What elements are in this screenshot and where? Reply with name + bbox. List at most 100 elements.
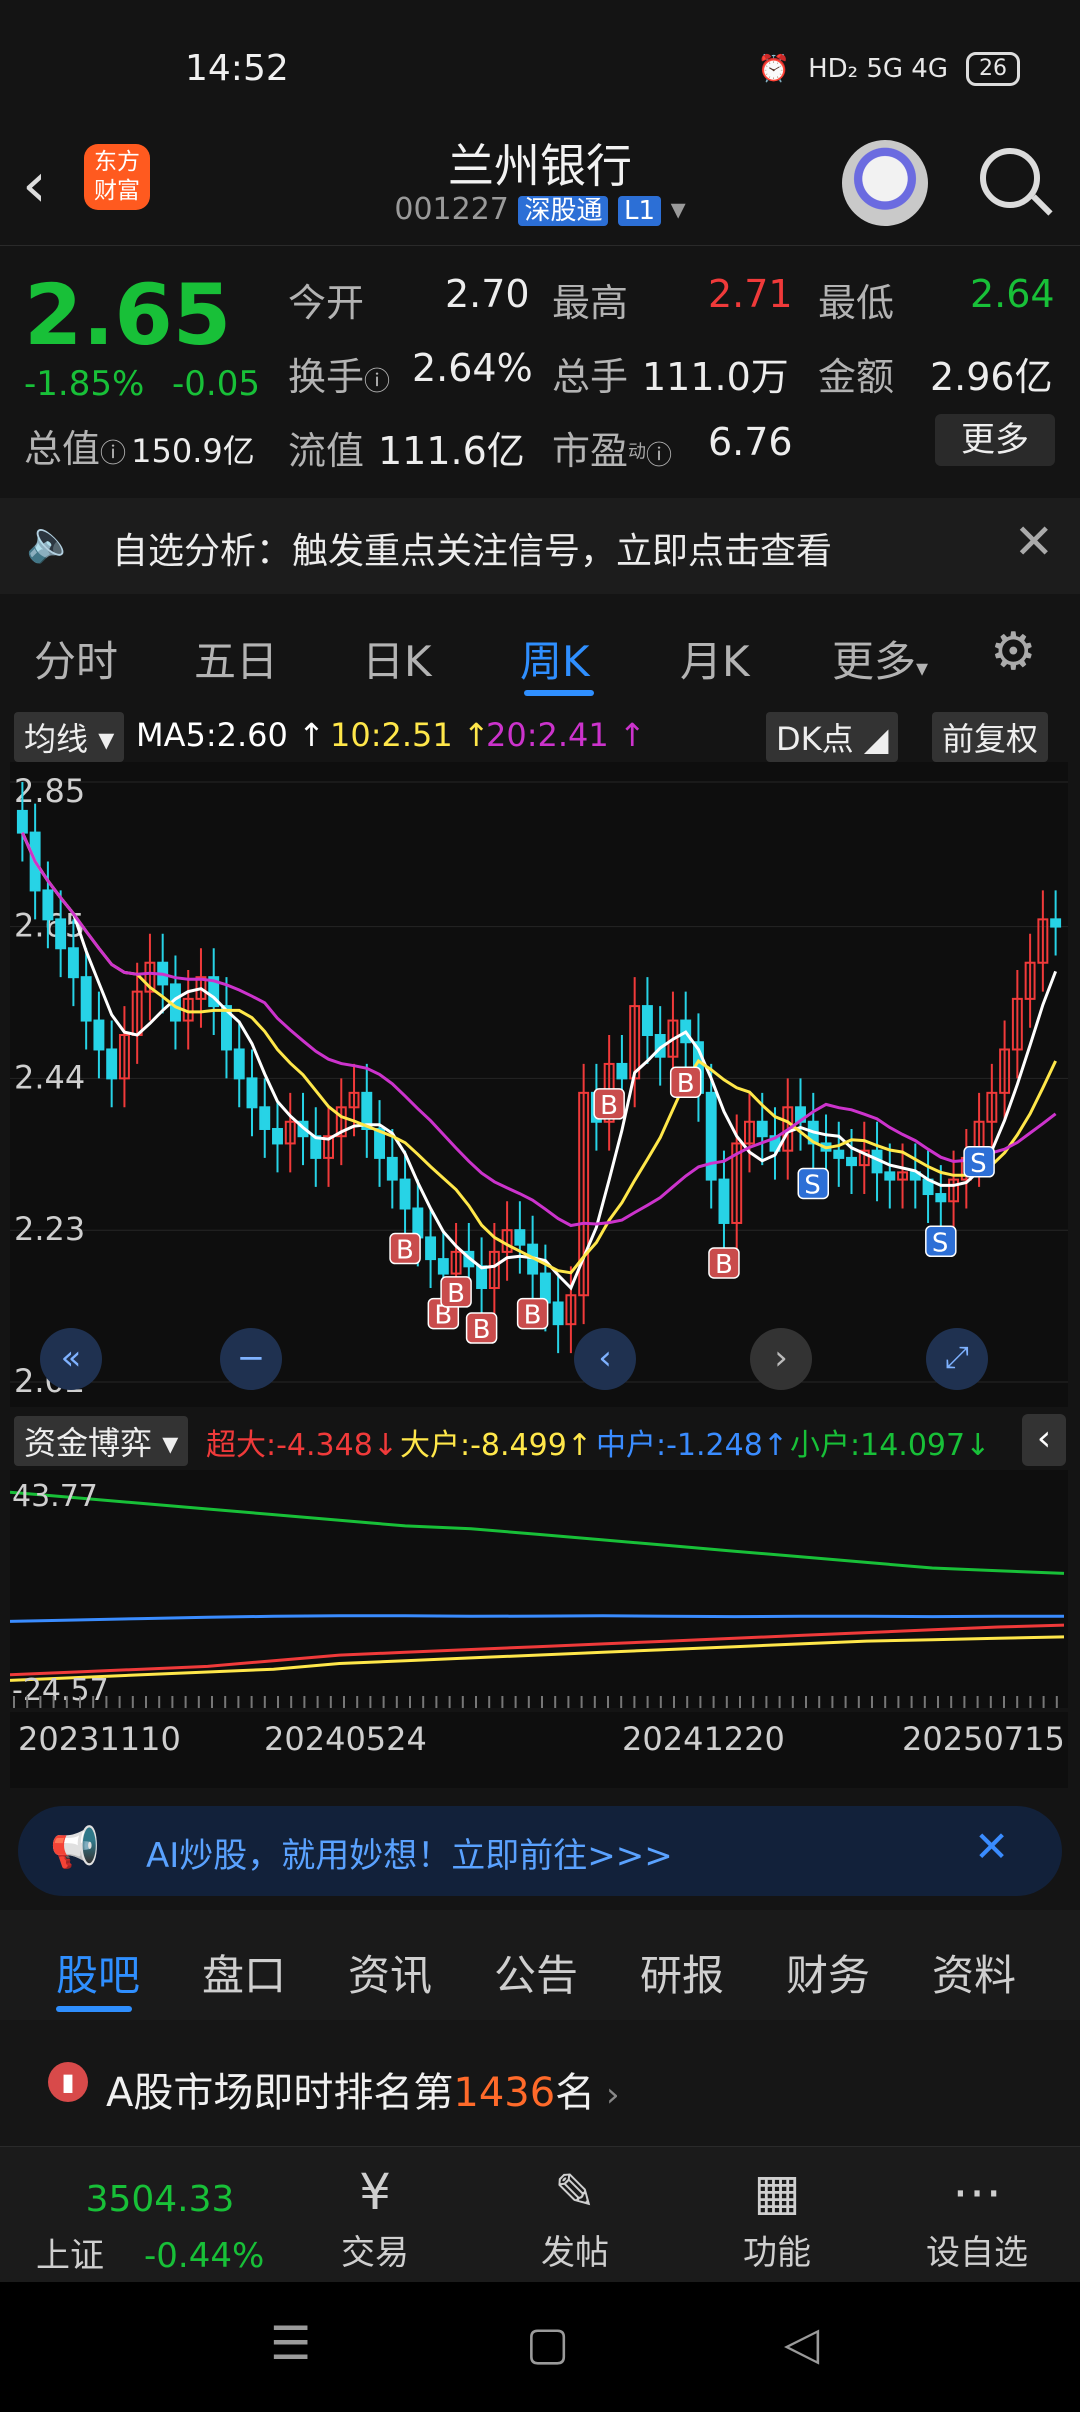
home-icon[interactable]: ▢: [526, 2316, 569, 2370]
candle-body: [1050, 918, 1062, 928]
prev-icon[interactable]: ‹: [574, 1328, 636, 1390]
fund-svg: 43.77-24.57: [9, 1479, 1065, 1708]
zoom-out-icon[interactable]: −: [220, 1328, 282, 1390]
edit-icon: ✎: [554, 2163, 596, 2221]
battery-icon: 26: [966, 52, 1020, 86]
status-time: 14:52: [185, 48, 289, 89]
fund-legend-bar: 资金博弈 ▾ 超大:-4.348↓ 大户:-8.499↑ 中户:-1.248↑ …: [0, 1410, 1080, 1470]
fund-flow-chart[interactable]: 43.77 -24.57: [9, 1470, 1068, 1708]
tab-orderbook[interactable]: 盘口: [202, 1942, 286, 2003]
market-rank-card[interactable]: ▮ A股市场即时排名第1436名 ›: [0, 2020, 1080, 2150]
candle-body: [552, 1301, 564, 1326]
x-tick-label: 20250715: [902, 1720, 1065, 1758]
marker-label: B: [600, 1091, 618, 1121]
quote-panel: 2.65 -1.85% -0.05 总值ⓘ 150.9亿 今开 2.70 最高 …: [24, 266, 1055, 473]
close-icon[interactable]: ✕: [1014, 514, 1054, 570]
mktcap-row[interactable]: 总值ⓘ 150.9亿: [24, 418, 255, 473]
adjust-toggle[interactable]: 前复权: [932, 712, 1049, 762]
kline-chart[interactable]: 2.852.652.442.232.02BBBBBBBBSSS « − ‹ › …: [10, 762, 1068, 1407]
x-tick-label: 20240524: [264, 1720, 427, 1758]
index-ticker[interactable]: 3504.33 上证 -0.44%: [30, 2157, 290, 2277]
candle-body: [718, 1178, 730, 1224]
last-price: 2.65: [24, 266, 232, 364]
candle-body: [756, 1120, 768, 1138]
tab-daily-k[interactable]: 日K: [362, 628, 432, 689]
fund-series-line: [9, 1614, 1064, 1623]
ma20-label: 20:2.41 ↑: [486, 716, 646, 754]
indicator-select[interactable]: 均线 ▾: [14, 712, 125, 762]
float-value: 111.6亿: [378, 429, 525, 473]
fund-series-line: [9, 1490, 1065, 1575]
gear-icon[interactable]: ⚙: [990, 622, 1037, 682]
tab-news[interactable]: 资讯: [348, 1942, 432, 2003]
tab-five-day[interactable]: 五日: [194, 628, 278, 689]
turnover-value: 2.64%: [412, 346, 533, 390]
megaphone-icon: 📢: [50, 1825, 100, 1871]
menu-icon[interactable]: ☰: [270, 2316, 311, 2370]
assistant-avatar-icon[interactable]: [842, 140, 928, 226]
rank-icon: ▮: [48, 2062, 88, 2102]
change-abs: -0.05: [172, 364, 260, 404]
change-pct: -1.85%: [24, 364, 145, 404]
candle-body: [425, 1236, 437, 1261]
tab-monthly-k[interactable]: 月K: [680, 628, 750, 689]
dk-toggle[interactable]: DK点 ◢: [766, 712, 899, 762]
candle-body: [437, 1258, 449, 1275]
caret-down-icon[interactable]: ▾: [671, 192, 686, 227]
candle-body: [67, 947, 79, 979]
x-axis-dates: 20231110 20240524 20241220 20250715: [10, 1712, 1068, 1788]
alarm-icon: ⏰: [757, 54, 791, 84]
scroll-left-icon[interactable]: «: [40, 1328, 102, 1390]
candle-body: [42, 889, 54, 921]
add-watchlist-button[interactable]: ⋯ 设自选: [912, 2163, 1042, 2274]
tab-weekly-k[interactable]: 周K: [520, 628, 590, 689]
active-tab-indicator: [56, 2006, 132, 2012]
back-triangle-icon[interactable]: ◁: [784, 2316, 819, 2370]
candle-body: [259, 1106, 271, 1130]
fund-small: 小户:14.097↓: [790, 1428, 991, 1463]
ai-promo-banner[interactable]: 📢 AI炒股，就用妙想！立即前往>>> ✕: [18, 1806, 1062, 1896]
level-tag[interactable]: L1: [618, 196, 662, 226]
marker-label: S: [970, 1149, 987, 1179]
notice-text: 自选分析：触发重点关注信号，立即点击查看: [112, 531, 833, 572]
next-icon[interactable]: ›: [750, 1328, 812, 1390]
tab-more[interactable]: 更多▾: [832, 628, 928, 689]
info-icon: ⓘ: [646, 441, 673, 471]
more-dots-icon: ⋯: [952, 2163, 1002, 2221]
candle-body: [476, 1265, 488, 1290]
fund-big: 大户:-8.499↑: [400, 1428, 592, 1463]
chart-legend-bar: 均线 ▾ MA5:2.60 ↑ 10:2.51 ↑ 20:2.41 ↑ DK点 …: [0, 708, 1080, 762]
trade-button[interactable]: ¥ 交易: [310, 2163, 440, 2274]
x-tick-label: 20231110: [18, 1720, 181, 1758]
function-button[interactable]: ▦ 功能: [712, 2163, 842, 2274]
pe-value: 6.76: [708, 420, 793, 464]
collapse-icon[interactable]: ‹: [1022, 1414, 1066, 1466]
y-tick-label: 43.77: [12, 1479, 98, 1514]
fullscreen-icon[interactable]: ⤢: [926, 1328, 988, 1390]
candle-body: [55, 918, 67, 950]
candle-body: [884, 1171, 896, 1181]
post-button[interactable]: ✎ 发帖: [510, 2163, 640, 2274]
ma-line: [21, 831, 1057, 1275]
tab-finance[interactable]: 财务: [786, 1942, 870, 2003]
stock-code: 001227: [394, 192, 509, 227]
tab-forum[interactable]: 股吧: [56, 1942, 140, 2003]
tab-research[interactable]: 研报: [640, 1942, 724, 2003]
candle-body: [16, 809, 28, 834]
notice-banner[interactable]: 🔈 自选分析：触发重点关注信号，立即点击查看 ✕: [0, 498, 1080, 594]
search-icon[interactable]: [980, 148, 1040, 208]
fund-super: 超大:-4.348↓: [206, 1428, 398, 1463]
close-icon[interactable]: ✕: [974, 1822, 1009, 1871]
more-button[interactable]: 更多: [935, 414, 1055, 466]
fund-indicator-select[interactable]: 资金博弈 ▾: [14, 1416, 189, 1466]
candle-body: [641, 1005, 653, 1037]
candle-body: [246, 1077, 258, 1109]
x-tick-label: 20241220: [622, 1720, 785, 1758]
info-icon: ⓘ: [100, 439, 127, 469]
tab-announcements[interactable]: 公告: [494, 1942, 578, 2003]
tab-profile[interactable]: 资料: [932, 1942, 1016, 2003]
tab-intraday[interactable]: 分时: [34, 628, 118, 689]
low-value: 2.64: [970, 272, 1055, 316]
high-value: 2.71: [708, 272, 793, 316]
system-nav-bar: ☰ ▢ ◁: [0, 2282, 1080, 2412]
